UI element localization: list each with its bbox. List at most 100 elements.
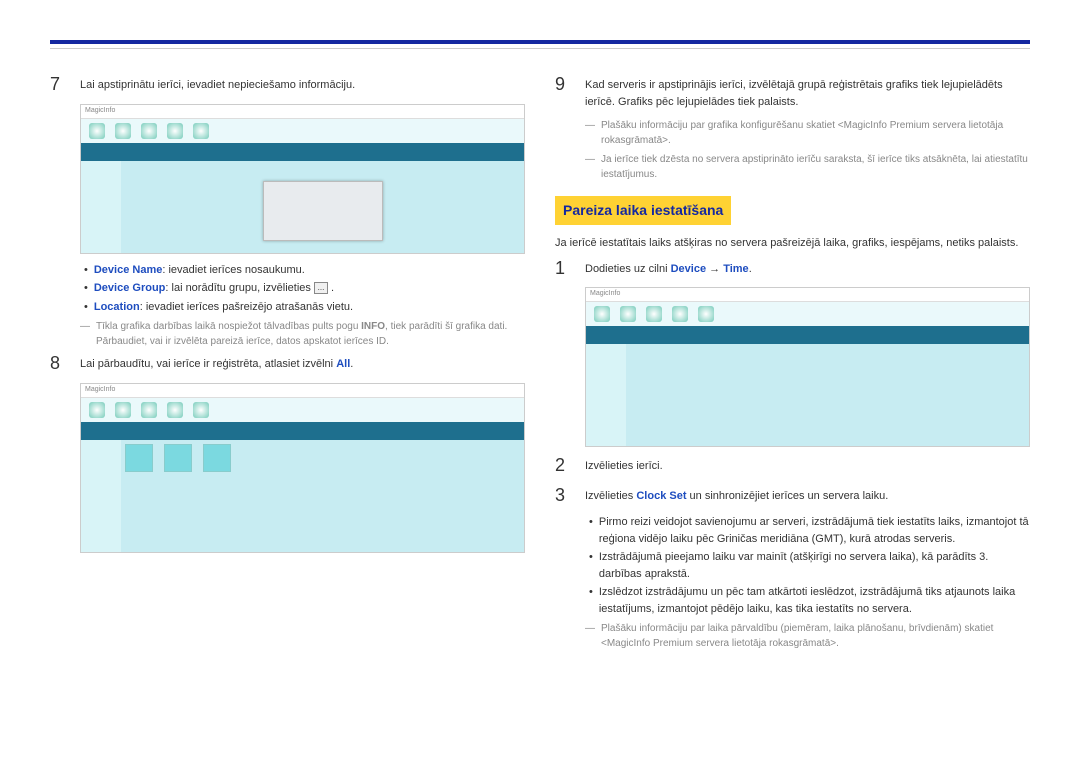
step-7: 7 Lai apstiprinātu ierīci, ievadiet nepi… — [50, 74, 525, 96]
bullet-gmt: Pirmo reizi veidojot savienojumu ar serv… — [555, 514, 1030, 547]
step-1: 1 Dodieties uz cilni Device → Time. — [555, 258, 1030, 280]
step-8: 8 Lai pārbaudītu, vai ierīce ir reģistrē… — [50, 353, 525, 375]
step-text: Lai pārbaudītu, vai ierīce ir reģistrēta… — [80, 353, 525, 375]
note-text: Ja ierīce tiek dzēsta no servera apstipr… — [601, 152, 1030, 182]
text-clockset: Clock Set — [636, 490, 686, 502]
text: Izslēdzot izstrādājumu un pēc tam atkārt… — [599, 584, 1030, 617]
device-thumbnail — [203, 444, 231, 472]
text-a: Lai pārbaudītu, vai ierīce ir reģistrēta… — [80, 358, 336, 370]
step-number: 3 — [555, 485, 573, 507]
settings-icon — [698, 306, 714, 322]
text-device: Device — [671, 263, 706, 275]
note-text: Plašāku informāciju par grafika konfigur… — [601, 118, 1030, 148]
left-column: 7 Lai apstiprinātu ierīci, ievadiet nepi… — [50, 74, 525, 655]
screenshot-titlebar: MagicInfo — [586, 288, 1029, 302]
globe-icon — [89, 402, 105, 418]
device-icon — [141, 402, 157, 418]
note-text: Plašāku informāciju par laika pārvaldību… — [601, 621, 1030, 651]
note-reboot: Ja ierīce tiek dzēsta no servera apstipr… — [555, 152, 1030, 182]
step-number: 7 — [50, 74, 68, 96]
screenshot-sidebar — [81, 440, 121, 553]
schedule-icon — [115, 123, 131, 139]
app-name: MagicInfo — [85, 106, 115, 117]
section-heading: Pareiza laika iestatīšana — [555, 196, 731, 225]
step-number: 1 — [555, 258, 573, 280]
settings-icon — [193, 402, 209, 418]
right-column: 9 Kad serveris ir apstiprinājis ierīci, … — [555, 74, 1030, 655]
user-icon — [672, 306, 688, 322]
section-intro: Ja ierīcē iestatītais laiks atšķiras no … — [555, 235, 1030, 252]
screenshot-main — [626, 344, 1029, 447]
text: : ievadiet ierīces nosaukumu. — [162, 264, 304, 276]
arrow: → — [706, 263, 723, 275]
step-text: Izvēlieties Clock Set un sinhronizējiet … — [585, 485, 1030, 507]
screenshot-subtoolbar — [81, 422, 524, 440]
text: Pirmo reizi veidojot savienojumu ar serv… — [599, 514, 1030, 547]
bullet-device-name: Device Name: ievadiet ierīces nosaukumu. — [50, 262, 525, 279]
step-text: Lai apstiprinātu ierīci, ievadiet nepiec… — [80, 74, 525, 96]
step-text: Izvēlieties ierīci. — [585, 455, 1030, 477]
step-number: 9 — [555, 74, 573, 110]
screenshot-sidebar — [586, 344, 626, 447]
screenshot-device-approve: MagicInfo — [80, 104, 525, 254]
note-text-a: Tīkla grafika darbības laikā nospiežot t… — [96, 321, 361, 332]
note-bold: INFO — [361, 321, 385, 332]
text-all: All — [336, 358, 350, 370]
settings-icon — [193, 123, 209, 139]
screenshot-main — [121, 440, 524, 553]
schedule-icon — [620, 306, 636, 322]
app-name: MagicInfo — [85, 385, 115, 396]
note-time: Plašāku informāciju par laika pārvaldību… — [555, 621, 1030, 651]
screenshot-subtoolbar — [81, 143, 524, 161]
screenshot-toolbar-icons — [586, 302, 1029, 326]
text-a: Dodieties uz cilni — [585, 263, 671, 275]
text-a: Izvēlieties — [585, 490, 636, 502]
device-thumbnail — [164, 444, 192, 472]
label: Device Group — [94, 282, 166, 294]
step-9: 9 Kad serveris ir apstiprinājis ierīci, … — [555, 74, 1030, 110]
screenshot-device-time: MagicInfo — [585, 287, 1030, 447]
globe-icon — [594, 306, 610, 322]
text-c: un sinhronizējiet ierīces un servera lai… — [687, 490, 889, 502]
screenshot-subtoolbar — [586, 326, 1029, 344]
user-icon — [167, 123, 183, 139]
text: Izstrādājumā pieejamo laiku var mainīt (… — [599, 549, 1030, 582]
app-name: MagicInfo — [590, 289, 620, 300]
user-icon — [167, 402, 183, 418]
device-thumbnail — [125, 444, 153, 472]
screenshot-sidebar — [81, 161, 121, 254]
text-d: . — [749, 263, 752, 275]
step-text: Dodieties uz cilni Device → Time. — [585, 258, 1030, 280]
approve-dialog — [263, 181, 383, 241]
device-icon — [141, 123, 157, 139]
text-c: . — [350, 358, 353, 370]
bullet-restore: Izslēdzot izstrādājumu un pēc tam atkārt… — [555, 584, 1030, 617]
step-text: Kad serveris ir apstiprinājis ierīci, iz… — [585, 74, 1030, 110]
step-3: 3 Izvēlieties Clock Set un sinhronizējie… — [555, 485, 1030, 507]
label: Device Name — [94, 264, 163, 276]
screenshot-titlebar: MagicInfo — [81, 384, 524, 398]
screenshot-main — [121, 161, 524, 254]
text: : lai norādītu grupu, izvēlieties — [165, 282, 311, 294]
label: Location — [94, 301, 140, 313]
screenshot-toolbar-icons — [81, 398, 524, 422]
note-info-button: Tīkla grafika darbības laikā nospiežot t… — [50, 319, 525, 349]
device-icon — [646, 306, 662, 322]
screenshot-toolbar-icons — [81, 119, 524, 143]
bullet-change: Izstrādājumā pieejamo laiku var mainīt (… — [555, 549, 1030, 582]
screenshot-titlebar: MagicInfo — [81, 105, 524, 119]
bullet-location: Location: ievadiet ierīces pašreizējo at… — [50, 299, 525, 316]
schedule-icon — [115, 402, 131, 418]
ellipsis-button-icon: ... — [314, 282, 328, 294]
note-manual: Plašāku informāciju par grafika konfigur… — [555, 118, 1030, 148]
step-number: 2 — [555, 455, 573, 477]
globe-icon — [89, 123, 105, 139]
header-rule — [50, 40, 1030, 44]
step-2: 2 Izvēlieties ierīci. — [555, 455, 1030, 477]
text-time: Time — [723, 263, 748, 275]
text: : ievadiet ierīces pašreizējo atrašanās … — [140, 301, 353, 313]
step-number: 8 — [50, 353, 68, 375]
content-columns: 7 Lai apstiprinātu ierīci, ievadiet nepi… — [50, 74, 1030, 655]
bullet-device-group: Device Group: lai norādītu grupu, izvēli… — [50, 280, 525, 297]
screenshot-device-all: MagicInfo — [80, 383, 525, 553]
